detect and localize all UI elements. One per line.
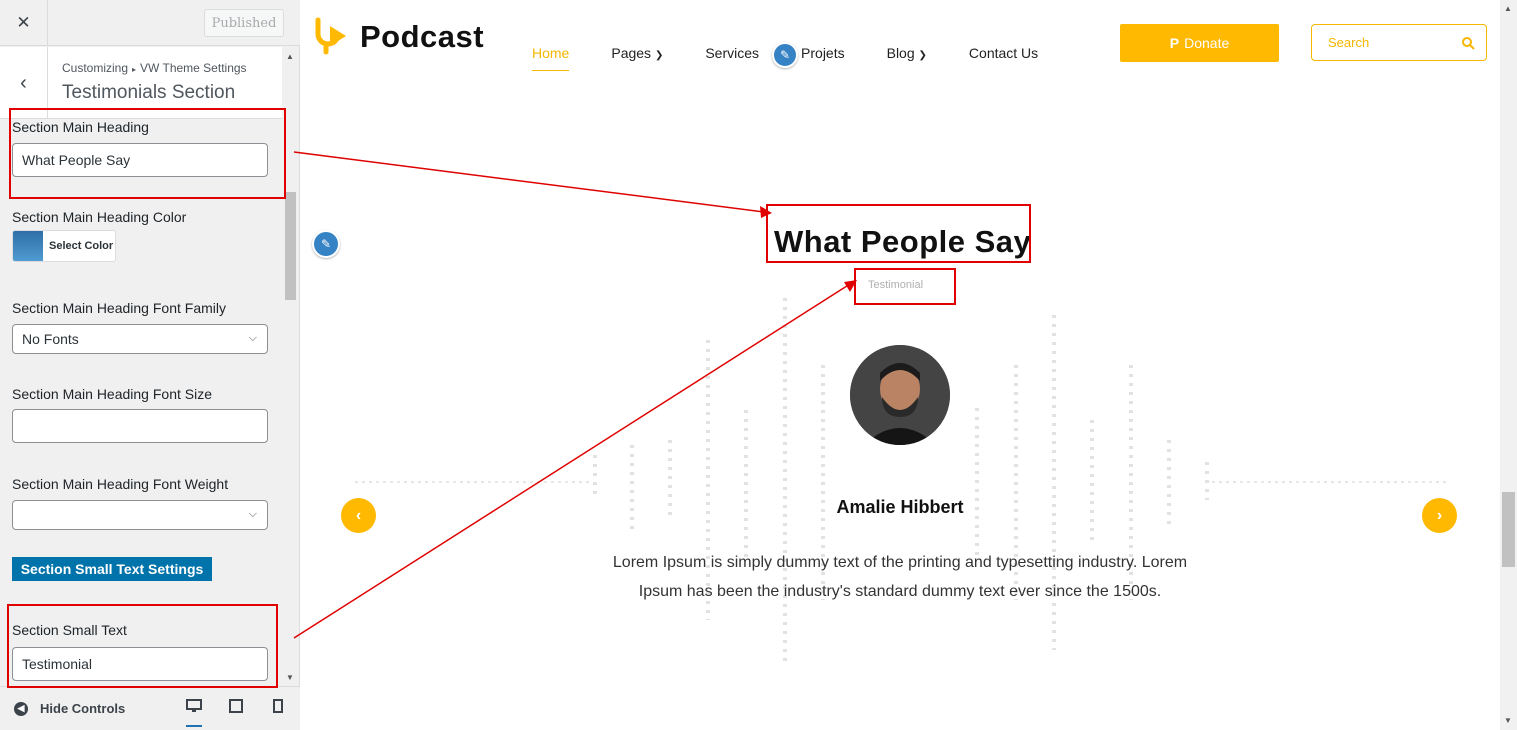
testimonial-name: Amalie Hibbert xyxy=(836,497,964,517)
annotation-box-small-text-preview xyxy=(854,268,956,305)
font-size-label: Section Main Heading Font Size xyxy=(12,386,212,402)
customizer-footer: ◀ Hide Controls xyxy=(0,686,300,730)
hide-controls-label: Hide Controls xyxy=(40,701,126,716)
hide-controls-button[interactable]: ◀ Hide Controls xyxy=(14,701,125,716)
select-color-label: Select Color xyxy=(49,240,114,252)
sidebar-scroll-thumb[interactable] xyxy=(285,192,296,300)
logo-text: Podcast xyxy=(360,19,485,54)
chevron-left-icon[interactable]: ‹ xyxy=(341,498,376,533)
select-color-button[interactable]: Select Color xyxy=(12,230,116,262)
donate-label: Donate xyxy=(1184,35,1230,51)
nav-contact-us[interactable]: Contact Us xyxy=(969,45,1038,61)
chevron-right-icon[interactable]: › xyxy=(1422,498,1457,533)
avatar xyxy=(850,345,950,445)
scroll-up-icon[interactable]: ▲ xyxy=(286,52,294,61)
preview-scroll-thumb[interactable] xyxy=(1502,492,1515,567)
font-weight-select[interactable]: ⌵ xyxy=(12,500,268,530)
testimonial-quote: Lorem Ipsum is simply dummy text of the … xyxy=(612,554,1188,600)
chevron-down-icon: ❯ xyxy=(654,50,664,61)
font-family-value: No Fonts xyxy=(22,331,79,347)
preview-scrollbar[interactable]: ▲ ▼ xyxy=(1500,0,1517,730)
scroll-down-icon[interactable]: ▼ xyxy=(1504,716,1512,725)
font-family-select[interactable]: No Fonts ⌵ xyxy=(12,324,268,354)
edit-pencil-icon[interactable]: ✎ xyxy=(312,230,340,258)
section-title: Testimonials Section xyxy=(62,82,236,103)
tablet-icon[interactable] xyxy=(229,699,243,716)
small-text-settings-button[interactable]: Section Small Text Settings xyxy=(12,557,212,581)
site-logo[interactable]: Podcast xyxy=(312,14,484,60)
nav-services[interactable]: Services xyxy=(705,45,759,61)
person-portrait xyxy=(850,345,950,445)
edit-pencil-icon[interactable]: ✎ xyxy=(772,42,798,68)
scroll-up-icon[interactable]: ▲ xyxy=(1504,4,1512,13)
collapse-icon: ◀ xyxy=(14,701,28,716)
chevron-down-icon: ⌵ xyxy=(248,508,257,520)
nav-pages[interactable]: Pages ❯ xyxy=(611,45,663,61)
chevron-down-icon: ⌵ xyxy=(248,332,257,344)
chevron-down-icon: ❯ xyxy=(918,50,927,61)
microphone-logo-icon xyxy=(315,17,346,55)
nav-projets[interactable]: Projets xyxy=(801,45,845,61)
search-input[interactable]: Search xyxy=(1311,24,1487,61)
annotation-box-heading-control xyxy=(9,108,286,199)
nav-blog-label: Blog xyxy=(886,45,915,61)
scroll-down-icon[interactable]: ▼ xyxy=(286,673,294,682)
search-placeholder: Search xyxy=(1328,35,1370,50)
font-family-label: Section Main Heading Font Family xyxy=(12,300,226,316)
annotation-box-heading-preview xyxy=(766,204,1031,263)
desktop-icon[interactable] xyxy=(186,699,202,727)
donate-button[interactable]: P Donate xyxy=(1120,24,1279,62)
breadcrumb-root: Customizing xyxy=(62,61,129,75)
breadcrumb: Customizing ▸ VW Theme Settings xyxy=(62,61,247,75)
font-size-input[interactable] xyxy=(12,409,268,443)
controls-panel: Section Main Heading What People Say Sec… xyxy=(0,119,282,686)
breadcrumb-parent: VW Theme Settings xyxy=(140,61,247,75)
nav-blog[interactable]: Blog ❯ xyxy=(887,45,927,61)
main-nav: Home Pages ❯ Services Projets Blog ❯ Con… xyxy=(532,45,1080,71)
site-preview: Podcast Home Pages ❯ Services Projets Bl… xyxy=(300,0,1500,730)
nav-home[interactable]: Home xyxy=(532,45,570,71)
heading-color-label: Section Main Heading Color xyxy=(12,209,187,225)
mobile-icon[interactable] xyxy=(273,699,283,716)
customizer-header-bar: ✕ Published xyxy=(0,0,300,46)
nav-pages-label: Pages xyxy=(611,45,652,61)
paypal-icon: P xyxy=(1169,35,1180,51)
search-icon[interactable] xyxy=(1460,35,1476,51)
font-weight-label: Section Main Heading Font Weight xyxy=(12,476,229,492)
close-icon[interactable]: ✕ xyxy=(0,0,48,46)
publish-button[interactable]: Published xyxy=(204,9,284,37)
color-swatch xyxy=(13,231,43,261)
annotation-box-small-text-control xyxy=(7,604,278,688)
breadcrumb-separator: ▸ xyxy=(132,65,137,74)
